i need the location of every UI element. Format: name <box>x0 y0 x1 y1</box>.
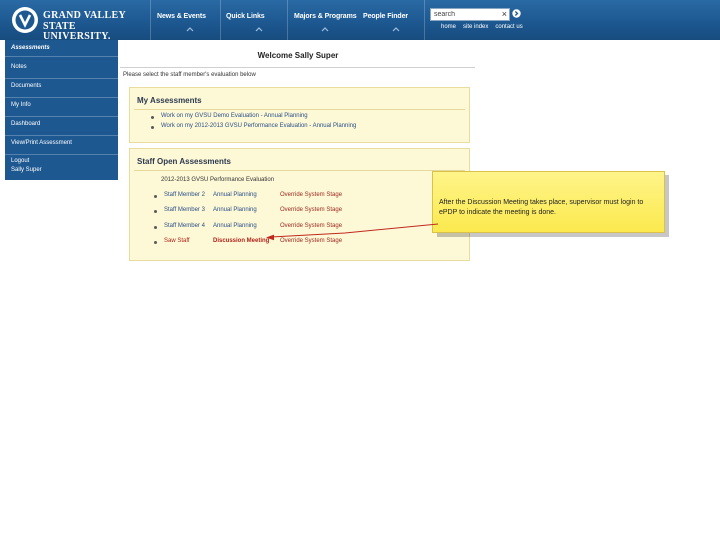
nav-label: News & Events <box>157 13 206 20</box>
stage-link[interactable]: Annual Planning <box>213 207 257 213</box>
logo-wordmark: GRAND VALLEY STATE UNIVERSITY. <box>43 11 128 42</box>
nav-label: Quick Links <box>226 13 265 20</box>
nav-news-events[interactable]: News & Events <box>157 13 206 37</box>
search-input[interactable] <box>431 9 499 20</box>
panel-title: Staff Open Assessments <box>137 157 231 166</box>
callout-text: After the Discussion Meeting takes place… <box>439 199 644 216</box>
override-stage-link[interactable]: Override System Stage <box>280 223 342 229</box>
logout-label: Logout <box>11 158 30 164</box>
top-header: GRAND VALLEY STATE UNIVERSITY. News & Ev… <box>0 0 720 42</box>
util-link-home[interactable]: home <box>441 24 456 30</box>
my-assessments-panel: My Assessments Work on my GVSU Demo Eval… <box>129 87 470 143</box>
util-link-site-index[interactable]: site index <box>463 24 488 30</box>
stage-link-discussion-meeting[interactable]: Discussion Meeting <box>213 238 269 244</box>
divider <box>120 67 475 68</box>
logo-line-2: STATE UNIVERSITY. <box>43 21 111 42</box>
util-link-contact-us[interactable]: contact us <box>495 24 522 30</box>
staff-name-link[interactable]: Saw Staff <box>164 238 190 244</box>
sidebar-item-view-print[interactable]: View/Print Assessment <box>5 138 118 155</box>
instruction-text: Please select the staff member's evaluat… <box>123 72 256 78</box>
assessment-link[interactable]: Work on my GVSU Demo Evaluation - Annual… <box>161 113 308 119</box>
nav-label: Majors & Programs <box>294 13 357 20</box>
stage-link[interactable]: Annual Planning <box>213 223 257 229</box>
assessment-link[interactable]: Work on my 2012-2013 GVSU Performance Ev… <box>161 123 356 129</box>
bullet <box>154 195 157 198</box>
annotation-callout: After the Discussion Meeting takes place… <box>432 171 665 233</box>
search-clear-icon[interactable]: × <box>502 9 507 20</box>
search-box: × <box>430 8 510 21</box>
sidebar-item-dashboard[interactable]: Dashboard <box>5 119 118 136</box>
sidebar-item-my-info[interactable]: My Info <box>5 100 118 117</box>
search-go-icon[interactable] <box>512 9 521 18</box>
staff-name-link[interactable]: Staff Member 2 <box>164 192 205 198</box>
override-stage-link[interactable]: Override System Stage <box>280 192 342 198</box>
stage-link[interactable]: Annual Planning <box>213 192 257 198</box>
nav-majors-programs[interactable]: Majors & Programs <box>294 13 357 37</box>
staff-name-link[interactable]: Staff Member 3 <box>164 207 205 213</box>
bullet <box>154 226 157 229</box>
gvsu-logo[interactable]: GRAND VALLEY STATE UNIVERSITY. <box>10 4 128 42</box>
bullet <box>151 126 154 129</box>
chevron-up-icon <box>392 27 400 32</box>
nav-divider <box>287 0 288 40</box>
nav-label: People Finder <box>363 13 408 20</box>
sidebar: Assessments Notes Documents My Info Dash… <box>5 40 118 180</box>
bullet <box>154 210 157 213</box>
nav-divider <box>150 0 151 40</box>
override-stage-link[interactable]: Override System Stage <box>280 207 342 213</box>
bullet <box>151 116 154 119</box>
divider <box>134 170 465 171</box>
logo-line-1: GRAND VALLEY <box>43 10 126 21</box>
nav-quick-links[interactable]: Quick Links <box>226 13 265 37</box>
sidebar-logout[interactable]: Logout Sally Super <box>11 157 42 175</box>
panel-title: My Assessments <box>137 96 202 105</box>
utility-links: home site index contact us <box>441 24 530 30</box>
nav-divider <box>424 0 425 40</box>
chevron-up-icon <box>321 27 329 32</box>
sidebar-item-documents[interactable]: Documents <box>5 81 118 98</box>
gvsu-logo-icon <box>12 7 38 33</box>
nav-people-finder[interactable]: People Finder <box>363 13 408 37</box>
bullet <box>154 241 157 244</box>
logged-in-user: Sally Super <box>11 167 42 173</box>
divider <box>134 109 465 110</box>
chevron-up-icon <box>186 27 194 32</box>
sidebar-item-notes[interactable]: Notes <box>5 62 118 79</box>
staff-open-assessments-panel: Staff Open Assessments 2012-2013 GVSU Pe… <box>129 148 470 261</box>
page-title: Welcome Sally Super <box>257 51 339 60</box>
evaluation-group-label: 2012-2013 GVSU Performance Evaluation <box>161 177 275 183</box>
sidebar-item-assessments[interactable]: Assessments <box>5 43 118 57</box>
override-stage-link[interactable]: Override System Stage <box>280 238 342 244</box>
staff-name-link[interactable]: Staff Member 4 <box>164 223 205 229</box>
nav-divider <box>220 0 221 40</box>
chevron-up-icon <box>255 27 263 32</box>
